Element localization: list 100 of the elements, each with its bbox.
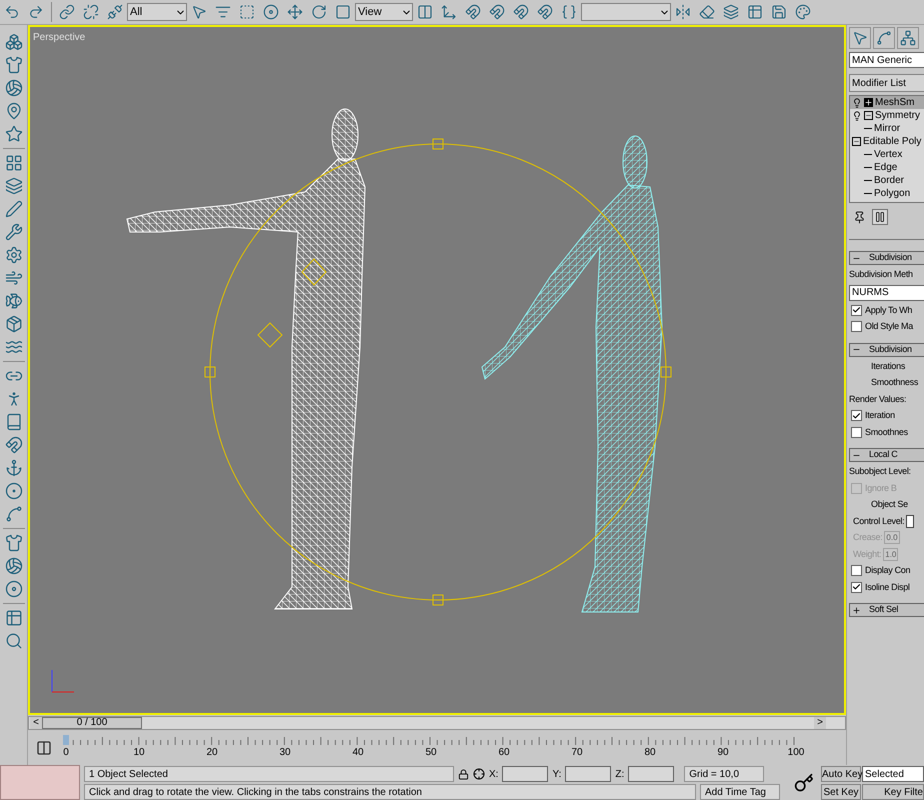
rollout-header[interactable]: Subdivision: [849, 251, 924, 265]
move-icon[interactable]: [287, 4, 303, 20]
pointer-icon[interactable]: [191, 4, 207, 20]
checkbox[interactable]: [851, 565, 862, 576]
table-icon[interactable]: [4, 609, 22, 627]
collapse-icon[interactable]: [864, 111, 873, 120]
waves-icon[interactable]: [4, 338, 22, 356]
key-mode-dropdown[interactable]: Selected: [862, 766, 924, 782]
rotate-icon[interactable]: [311, 4, 327, 20]
palette-icon[interactable]: [795, 4, 811, 20]
curve-icon[interactable]: [876, 30, 892, 46]
undo-icon[interactable]: [4, 4, 20, 20]
link-icon[interactable]: [59, 4, 75, 20]
wheel-icon[interactable]: [4, 482, 22, 500]
hierarchy-icon[interactable]: [900, 30, 916, 46]
set-key-button[interactable]: Set Key: [821, 784, 861, 800]
stack-item[interactable]: Edge: [850, 161, 924, 174]
lightbulb-icon[interactable]: [852, 110, 862, 120]
checkbox[interactable]: [851, 304, 862, 316]
checkbox[interactable]: [851, 410, 862, 422]
braces-icon[interactable]: [561, 4, 577, 20]
disc-icon[interactable]: [4, 580, 22, 598]
star-icon[interactable]: [4, 125, 22, 143]
anchor-icon[interactable]: [4, 459, 22, 477]
method-dropdown[interactable]: NURMS: [849, 284, 924, 300]
save-icon[interactable]: [771, 4, 787, 20]
key-icon[interactable]: [794, 772, 814, 792]
collapse-icon[interactable]: [852, 137, 861, 146]
stack-item[interactable]: Mirror: [850, 122, 924, 135]
columns-icon[interactable]: [417, 4, 433, 20]
crosshair-icon[interactable]: [473, 768, 485, 780]
fish-icon[interactable]: [4, 292, 22, 310]
axes-icon[interactable]: [441, 4, 457, 20]
shirt-icon[interactable]: [4, 534, 22, 552]
add-time-tag-button[interactable]: Add Time Tag: [700, 784, 780, 800]
x-coordinate-field[interactable]: [502, 766, 548, 782]
reference-coordinate-dropdown[interactable]: View: [355, 3, 413, 21]
script-listener-panel[interactable]: [0, 765, 80, 800]
key-filters-button[interactable]: Key Filte: [862, 784, 924, 800]
plug-icon[interactable]: [107, 4, 123, 20]
rollout-header[interactable]: Subdivision: [849, 342, 924, 356]
mirror-icon[interactable]: [675, 4, 691, 20]
magnet-icon[interactable]: [513, 4, 529, 20]
grid-icon[interactable]: [4, 154, 22, 172]
stack-item[interactable]: MeshSm: [850, 96, 924, 109]
pen-icon[interactable]: [4, 200, 22, 218]
gear-icon[interactable]: [4, 246, 22, 264]
z-coordinate-field[interactable]: [628, 766, 674, 782]
magnet-icon[interactable]: [537, 4, 553, 20]
unlink-icon[interactable]: [83, 4, 99, 20]
auto-key-button[interactable]: Auto Key: [821, 766, 861, 782]
ball-icon[interactable]: [4, 557, 22, 575]
layers-icon[interactable]: [4, 177, 22, 195]
time-slider-track[interactable]: < 0 / 100 >: [28, 716, 846, 730]
boxes-icon[interactable]: [4, 33, 22, 51]
magnet-icon[interactable]: [489, 4, 505, 20]
time-slider-thumb[interactable]: 0 / 100: [42, 716, 142, 728]
checkbox[interactable]: [851, 426, 862, 438]
checkbox[interactable]: [851, 321, 862, 332]
next-frame-button[interactable]: >: [814, 716, 826, 728]
lock-icon[interactable]: [458, 768, 469, 780]
lightbulb-icon[interactable]: [852, 98, 862, 108]
modifier-list-dropdown[interactable]: Modifier List: [849, 74, 924, 92]
stack-item[interactable]: Border: [850, 174, 924, 187]
selection-filter-dropdown[interactable]: All: [127, 3, 187, 21]
wrench-icon[interactable]: [4, 223, 22, 241]
object-name-field[interactable]: MAN Generic: [849, 52, 924, 68]
named-selection-dropdown[interactable]: [581, 3, 671, 21]
y-coordinate-field[interactable]: [565, 766, 612, 782]
layers-icon[interactable]: [723, 4, 739, 20]
list-icon[interactable]: [215, 4, 231, 20]
number-field[interactable]: [906, 514, 914, 528]
ball-icon[interactable]: [4, 79, 22, 97]
eraser-icon[interactable]: [699, 4, 715, 20]
table-icon[interactable]: [747, 4, 763, 20]
magnet-icon[interactable]: [465, 4, 481, 20]
bars-icon[interactable]: [874, 211, 886, 223]
search-icon[interactable]: [4, 632, 22, 650]
pointer-icon[interactable]: [852, 30, 868, 46]
wind-icon[interactable]: [4, 269, 22, 287]
stack-item[interactable]: Symmetry: [850, 109, 924, 122]
rollout-header[interactable]: Local C: [849, 448, 924, 462]
expand-icon[interactable]: [864, 98, 873, 107]
square-icon[interactable]: [335, 4, 351, 20]
curve-icon[interactable]: [4, 505, 22, 523]
disc-icon[interactable]: [263, 4, 279, 20]
stack-item[interactable]: Vertex: [850, 148, 924, 161]
shirt-icon[interactable]: [4, 56, 22, 74]
dashed-square-icon[interactable]: [239, 4, 255, 20]
rollout-header[interactable]: Soft Sel: [849, 603, 924, 617]
book-icon[interactable]: [4, 413, 22, 431]
stack-item[interactable]: Editable Poly: [850, 135, 924, 148]
pin-icon[interactable]: [853, 210, 866, 224]
redo-icon[interactable]: [28, 4, 44, 20]
track-bar-icon[interactable]: [36, 740, 52, 756]
package-icon[interactable]: [4, 315, 22, 333]
stack-item[interactable]: Polygon: [850, 187, 924, 200]
magnet-icon[interactable]: [4, 436, 22, 454]
checkbox[interactable]: [851, 582, 862, 593]
previous-frame-button[interactable]: <: [30, 716, 42, 728]
